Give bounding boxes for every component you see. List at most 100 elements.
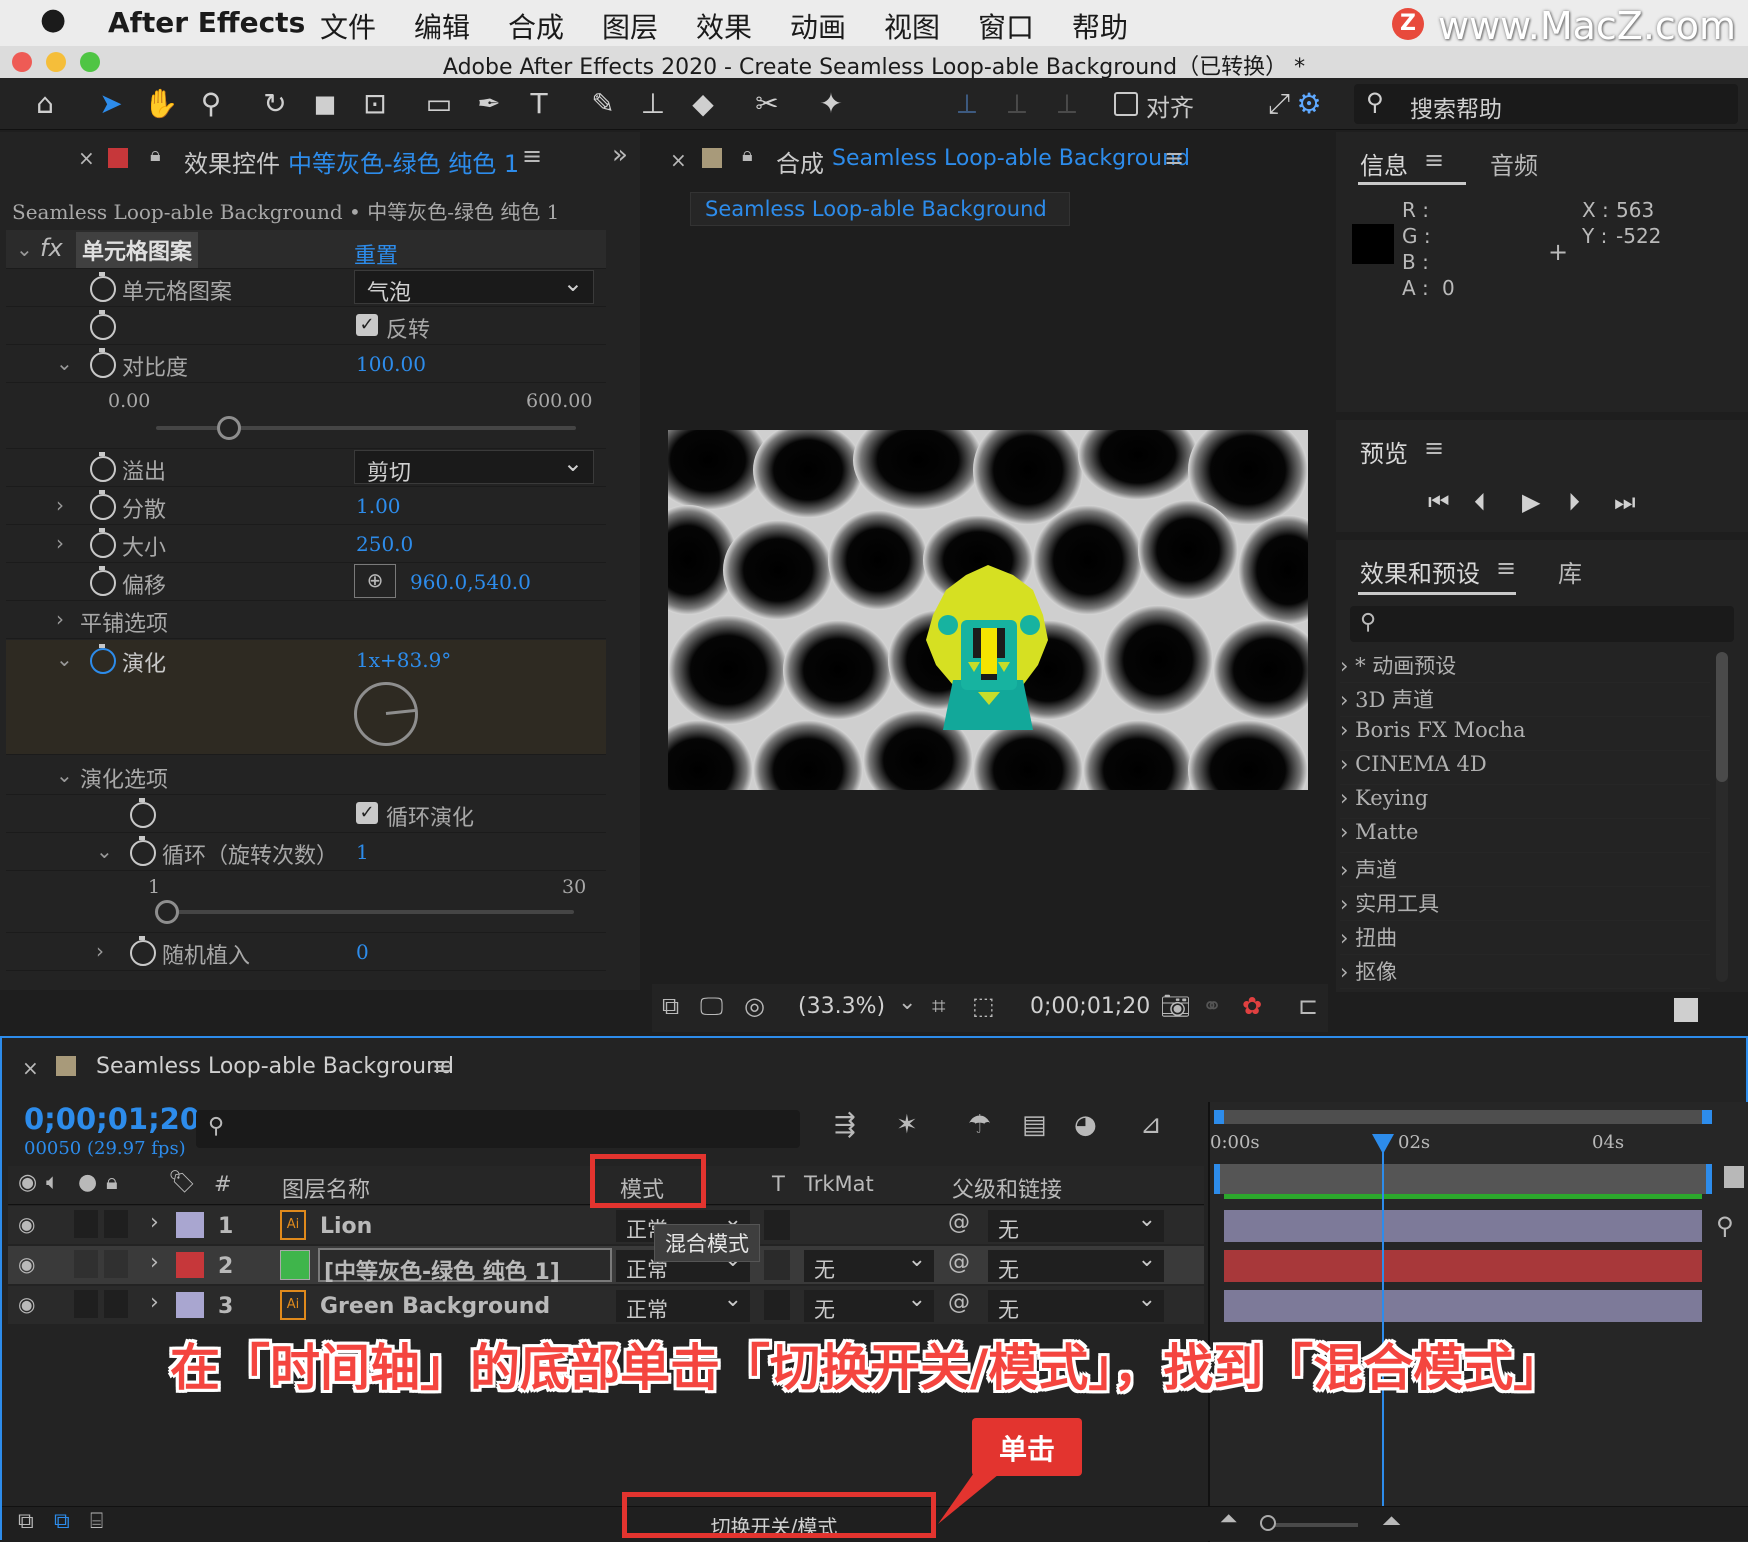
offset-value[interactable]: 960.0,540.0 <box>410 570 531 594</box>
work-area-bar[interactable] <box>1214 1110 1712 1124</box>
menu-animation[interactable]: 动画 <box>790 6 846 46</box>
resolution-icon[interactable]: ⊏ <box>1298 992 1318 1020</box>
timeline-zoom-slider[interactable] <box>1262 1523 1358 1527</box>
menu-layer[interactable]: 图层 <box>602 6 658 46</box>
layer-bar-2[interactable] <box>1224 1250 1702 1282</box>
timeline-tab[interactable]: Seamless Loop-able Background <box>96 1054 454 1079</box>
menu-help[interactable]: 帮助 <box>1072 6 1128 46</box>
first-frame-icon[interactable]: ⏮ <box>1428 488 1450 516</box>
parent-dropdown[interactable]: 无 <box>988 1287 1164 1322</box>
contrast-value[interactable]: 100.00 <box>356 352 426 376</box>
menu-app[interactable]: After Effects <box>108 6 305 39</box>
comp-tab-name[interactable]: Seamless Loop-able Background <box>832 146 1190 171</box>
contrast-slider-knob[interactable] <box>217 416 241 440</box>
effects-search-input[interactable]: ⚲ <box>1350 606 1734 642</box>
stopwatch-icon[interactable] <box>130 798 156 828</box>
hand-tool-icon[interactable]: ✋ <box>142 86 180 122</box>
effects-category[interactable]: › 抠像 <box>1340 956 1710 989</box>
layer-name[interactable]: Lion <box>320 1214 372 1239</box>
layer-search-input[interactable]: ⚲ <box>196 1110 800 1148</box>
solo-toggle[interactable] <box>74 1290 98 1318</box>
close-panel-icon[interactable]: × <box>78 146 95 170</box>
menu-view[interactable]: 视图 <box>884 6 940 46</box>
frame-blending-icon[interactable]: ▤ <box>1022 1110 1047 1140</box>
roto-brush-tool-icon[interactable]: ✂ <box>748 86 786 122</box>
chevron-down-icon[interactable]: ⌄ <box>56 351 73 375</box>
blend-mode-dropdown[interactable]: 正常 <box>616 1287 750 1322</box>
work-area-end-handle[interactable] <box>1702 1110 1712 1124</box>
invert-checkbox[interactable]: ✓ <box>356 314 378 336</box>
brush-tool-icon[interactable]: ✎ <box>584 86 622 122</box>
comp-viewer[interactable] <box>668 430 1308 790</box>
chevron-right-icon[interactable]: › <box>150 1250 159 1275</box>
lock-icon[interactable]: 🔒︎ <box>150 142 161 166</box>
chevron-right-icon[interactable]: › <box>96 939 104 963</box>
layer-label-color[interactable] <box>176 1252 204 1278</box>
menu-edit[interactable]: 编辑 <box>414 6 470 46</box>
cycle-evolution-checkbox[interactable]: ✓ <box>356 802 378 824</box>
new-folder-icon[interactable] <box>1674 998 1698 1022</box>
next-frame-icon[interactable]: ⏵ <box>1568 488 1580 516</box>
column-layer-name[interactable]: 图层名称 <box>282 1172 370 1204</box>
stopwatch-icon[interactable] <box>130 936 156 966</box>
solo-toggle[interactable] <box>74 1250 98 1278</box>
channels-icon[interactable]: ✿ <box>1242 992 1262 1020</box>
home-icon[interactable]: ⌂ <box>26 86 64 122</box>
eraser-tool-icon[interactable]: ◆ <box>684 86 722 122</box>
parent-dropdown[interactable]: 无 <box>988 1247 1164 1282</box>
graph-editor-icon[interactable]: ⊿ <box>1140 1110 1162 1140</box>
trkmat-dropdown[interactable]: 无 <box>804 1247 934 1282</box>
layer-name[interactable]: Green Background <box>320 1294 550 1319</box>
layer-row-2[interactable]: ◉ › 2 [中等灰色-绿色 纯色 1] 正常 无 @ 无 <box>8 1246 1204 1285</box>
chevron-right-icon[interactable]: › <box>150 1210 159 1235</box>
comp-mini-flowchart-icon[interactable]: ⇶ <box>834 1110 856 1140</box>
effects-category[interactable]: › * 动画预设 <box>1340 650 1710 683</box>
shy-layers-icon[interactable]: ☂ <box>968 1110 991 1140</box>
camera-tool-icon[interactable]: ◼ <box>306 86 344 122</box>
chevron-right-icon[interactable]: › <box>56 493 64 517</box>
panel-menu-icon[interactable]: ≡ <box>1424 146 1444 174</box>
reset-link[interactable]: 重置 <box>354 238 398 270</box>
effects-category[interactable]: › CINEMA 4D <box>1340 752 1710 785</box>
pickwhip-icon[interactable]: @ <box>948 1250 970 1275</box>
zoom-tool-icon[interactable]: ⚲ <box>192 86 230 122</box>
column-parent[interactable]: 父级和链接 <box>952 1172 1062 1204</box>
visibility-eye-icon[interactable]: ◉ <box>18 1252 35 1276</box>
last-frame-icon[interactable]: ⏭ <box>1614 488 1636 516</box>
rectangle-tool-icon[interactable]: ▭ <box>420 86 458 122</box>
layer-label-color[interactable] <box>176 1212 204 1238</box>
camera-snapshot-icon[interactable]: 📷︎ <box>1160 992 1190 1020</box>
zoom-in-icon[interactable]: ⏶ <box>1382 1507 1401 1535</box>
pickwhip-icon[interactable]: @ <box>948 1290 970 1315</box>
chevron-down-icon[interactable]: ⌄ <box>898 990 916 1015</box>
panel-menu-icon[interactable]: ≡ <box>432 1052 452 1080</box>
type-tool-icon[interactable]: T <box>520 86 558 122</box>
pickwhip-icon[interactable]: @ <box>948 1210 970 1235</box>
play-icon[interactable]: ▶ <box>1522 488 1540 516</box>
align-checkbox[interactable] <box>1114 92 1138 116</box>
info-tab[interactable]: 信息 <box>1360 146 1408 181</box>
timeline-zoom-knob[interactable] <box>1260 1515 1276 1531</box>
menu-file[interactable]: 文件 <box>320 6 376 46</box>
chevron-right-icon[interactable]: › <box>150 1290 159 1315</box>
pen-tool-icon[interactable]: ✒ <box>470 86 508 122</box>
pattern-dropdown[interactable]: 气泡 <box>354 269 594 306</box>
pan-behind-tool-icon[interactable]: ⊡ <box>356 86 394 122</box>
stopwatch-icon[interactable] <box>90 490 116 520</box>
fx-icon[interactable]: fx <box>40 234 63 262</box>
random-seed-value[interactable]: 0 <box>356 940 369 964</box>
audio-tab[interactable]: 音频 <box>1490 146 1538 181</box>
current-time-indicator-head[interactable] <box>1372 1134 1394 1154</box>
selection-tool-icon[interactable]: ➤ <box>92 86 130 122</box>
effect-controls-tab-layer[interactable]: 中等灰色-绿色 纯色 1 <box>288 144 519 179</box>
effects-category[interactable]: › Keying <box>1340 786 1710 819</box>
viewer-timecode[interactable]: 0;00;01;20 <box>1030 994 1150 1019</box>
puppet-pin-tool-icon[interactable]: ✦ <box>812 86 850 122</box>
effects-scrollbar-thumb[interactable] <box>1716 652 1728 782</box>
cycle-slider-track[interactable] <box>164 910 574 914</box>
chevron-right-icon[interactable]: › <box>56 531 64 555</box>
transfer-controls-icon[interactable]: ⧉ <box>54 1509 70 1534</box>
layer-name-field[interactable]: [中等灰色-绿色 纯色 1] <box>318 1248 612 1285</box>
close-panel-icon[interactable]: × <box>22 1056 39 1080</box>
snapshot-region-icon[interactable]: ⧉ <box>662 992 679 1020</box>
